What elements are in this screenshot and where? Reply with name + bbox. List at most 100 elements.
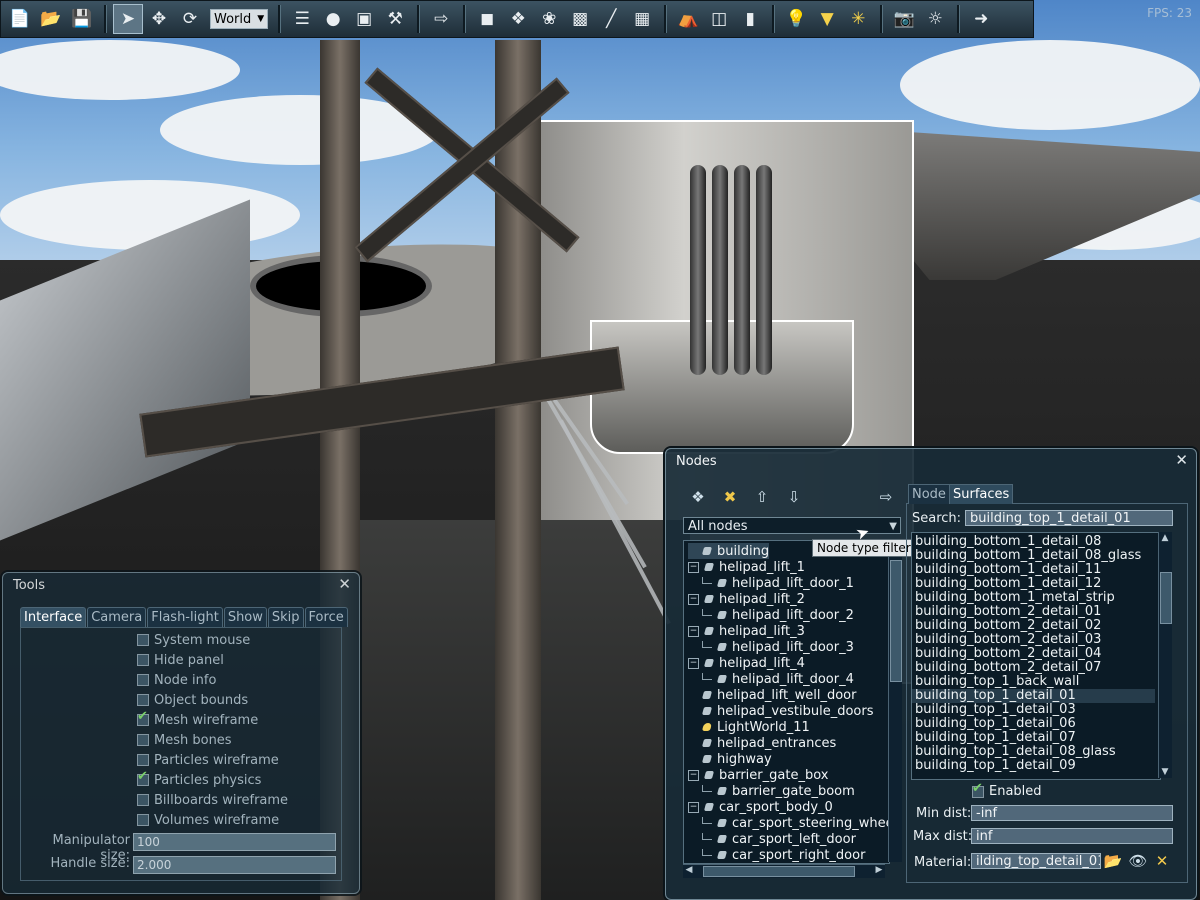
import-node-icon[interactable]: ⇨: [426, 4, 456, 34]
tree-item[interactable]: helipad_lift_door_4: [702, 671, 854, 687]
handle-size-field[interactable]: 2.000: [133, 856, 336, 874]
render-settings-icon[interactable]: ▣: [349, 4, 379, 34]
surface-item[interactable]: building_top_1_detail_06: [915, 717, 1076, 731]
tree-item[interactable]: building: [688, 543, 770, 559]
checkbox[interactable]: [137, 754, 149, 766]
collapse-icon[interactable]: −: [688, 593, 699, 605]
rotate-icon[interactable]: ⟳: [175, 4, 205, 34]
node-tree[interactable]: building − helipad_lift_1 helipad_lift_door…: [683, 540, 890, 864]
checkbox-row[interactable]: Hide panel: [137, 651, 224, 669]
checkbox[interactable]: [137, 769, 149, 786]
checkbox[interactable]: [137, 654, 149, 666]
close-icon[interactable]: ✕: [1175, 451, 1188, 469]
clear-icon[interactable]: ✕: [1150, 848, 1174, 874]
tab-skip[interactable]: Skip: [267, 607, 304, 627]
open-folder-icon[interactable]: 📂: [1101, 848, 1125, 874]
tab-flash-light[interactable]: Flash-light: [147, 607, 223, 627]
tab-force[interactable]: Force: [304, 607, 348, 627]
surface-item[interactable]: building_bottom_2_detail_01: [915, 605, 1101, 619]
surface-item[interactable]: building_bottom_2_detail_02: [915, 619, 1101, 633]
tree-item[interactable]: helipad_lift_door_2: [702, 607, 854, 623]
surface-item[interactable]: building_bottom_1_detail_08: [915, 535, 1101, 549]
checkbox-row[interactable]: Object bounds: [137, 691, 248, 709]
tree-item[interactable]: car_sport_steering_wheel: [702, 815, 889, 831]
tree-item[interactable]: barrier_gate_boom: [702, 783, 855, 799]
material-field[interactable]: ilding_top_detail_01: [971, 853, 1101, 869]
tree-item[interactable]: highway: [688, 751, 772, 767]
tab-show[interactable]: Show: [223, 607, 267, 627]
checkbox[interactable]: [137, 634, 149, 646]
tree-item[interactable]: car_sport_left_door: [702, 831, 856, 847]
collapse-icon[interactable]: −: [688, 657, 699, 669]
tree-item[interactable]: helipad_lift_well_door: [688, 687, 856, 703]
save-disk-icon[interactable]: 💾: [67, 4, 97, 34]
checkbox[interactable]: [137, 694, 149, 706]
remove-node-icon[interactable]: ✖: [716, 484, 744, 510]
checkbox-row[interactable]: Billboards wireframe: [137, 791, 288, 809]
clutter-icon[interactable]: ▦: [627, 4, 657, 34]
spot-light-icon[interactable]: ▼: [812, 4, 842, 34]
checkbox[interactable]: [137, 674, 149, 686]
move-node-up-icon[interactable]: ⇧: [748, 484, 776, 510]
scroll-thumb[interactable]: [1160, 572, 1172, 624]
scroll-right-icon[interactable]: ▶: [873, 865, 885, 875]
light-icon[interactable]: 💡: [781, 4, 811, 34]
max-dist-field[interactable]: inf: [971, 828, 1173, 844]
player-camera-icon[interactable]: ☼: [920, 4, 950, 34]
surface-item[interactable]: building_bottom_2_detail_03: [915, 633, 1101, 647]
scroll-left-icon[interactable]: ◀: [683, 865, 695, 875]
checkbox-row[interactable]: Node info: [137, 671, 216, 689]
sun-light-icon[interactable]: ✳: [843, 4, 873, 34]
tree-item[interactable]: helipad_lift_door_1: [702, 575, 854, 591]
node-list-icon[interactable]: ☰: [287, 4, 317, 34]
export-node-icon[interactable]: ⇨: [872, 484, 900, 510]
checkbox[interactable]: [137, 734, 149, 746]
surface-item[interactable]: building_bottom_2_detail_07: [915, 661, 1101, 675]
surface-item[interactable]: building_bottom_1_detail_12: [915, 577, 1101, 591]
coordinate-space-select[interactable]: World ▼: [210, 9, 269, 29]
cube-icon[interactable]: ◼: [472, 4, 502, 34]
checkbox-row[interactable]: Mesh bones: [137, 731, 232, 749]
tree-item[interactable]: − car_sport_body_0: [688, 799, 833, 815]
select-all-nodes-icon[interactable]: ❖: [684, 484, 712, 510]
tree-item[interactable]: − helipad_lift_3: [688, 623, 805, 639]
tree-item[interactable]: − helipad_lift_4: [688, 655, 805, 671]
new-file-icon[interactable]: 📄: [5, 4, 35, 34]
surface-item[interactable]: building_bottom_1_detail_11: [915, 563, 1101, 577]
checkbox-row[interactable]: Particles wireframe: [137, 751, 279, 769]
surface-list[interactable]: building_bottom_1_detail_08 building_bott…: [911, 532, 1161, 780]
scroll-down-icon[interactable]: ▼: [1159, 767, 1171, 777]
enabled-checkbox[interactable]: [972, 781, 984, 798]
node-tree-hscroll[interactable]: ◀ ▶: [683, 864, 885, 878]
tree-item[interactable]: helipad_vestibule_doors: [688, 703, 873, 719]
checkbox-row[interactable]: System mouse: [137, 631, 250, 649]
scroll-up-icon[interactable]: ▲: [1159, 533, 1171, 543]
occluder-icon[interactable]: ▮: [735, 4, 765, 34]
tab-node[interactable]: Node: [908, 484, 950, 504]
tools-icon[interactable]: ⚒: [380, 4, 410, 34]
move-arrows-icon[interactable]: ✥: [144, 4, 174, 34]
manipulator-size-field[interactable]: 100: [133, 833, 336, 851]
checkbox[interactable]: [137, 814, 149, 826]
tree-item[interactable]: − barrier_gate_box: [688, 767, 828, 783]
particles-icon[interactable]: ❀: [534, 4, 564, 34]
tree-item[interactable]: car_sport_right_door: [702, 847, 865, 863]
enabled-checkbox-row[interactable]: Enabled: [972, 781, 1042, 799]
surface-item[interactable]: building_top_1_detail_03: [915, 703, 1076, 717]
move-node-down-icon[interactable]: ⇩: [780, 484, 808, 510]
checkbox[interactable]: [137, 709, 149, 726]
scroll-thumb[interactable]: [703, 866, 855, 877]
checkbox-row[interactable]: Volumes wireframe: [137, 811, 279, 829]
collapse-icon[interactable]: −: [688, 769, 699, 781]
checkbox-row[interactable]: Particles physics: [137, 769, 261, 789]
tree-item[interactable]: − helipad_lift_2: [688, 591, 805, 607]
surface-item[interactable]: building_bottom_1_detail_08_glass: [915, 549, 1141, 563]
surface-item[interactable]: building_top_1_detail_09: [915, 759, 1076, 773]
exit-icon[interactable]: ➜: [966, 4, 996, 34]
tree-item[interactable]: helipad_lift_door_3: [702, 639, 854, 655]
checkbox[interactable]: [137, 794, 149, 806]
surface-item[interactable]: building_top_1_detail_08_glass: [915, 745, 1116, 759]
scroll-thumb[interactable]: [890, 560, 902, 682]
view-eye-icon[interactable]: 👁: [1126, 848, 1150, 874]
collapse-icon[interactable]: −: [688, 801, 699, 813]
